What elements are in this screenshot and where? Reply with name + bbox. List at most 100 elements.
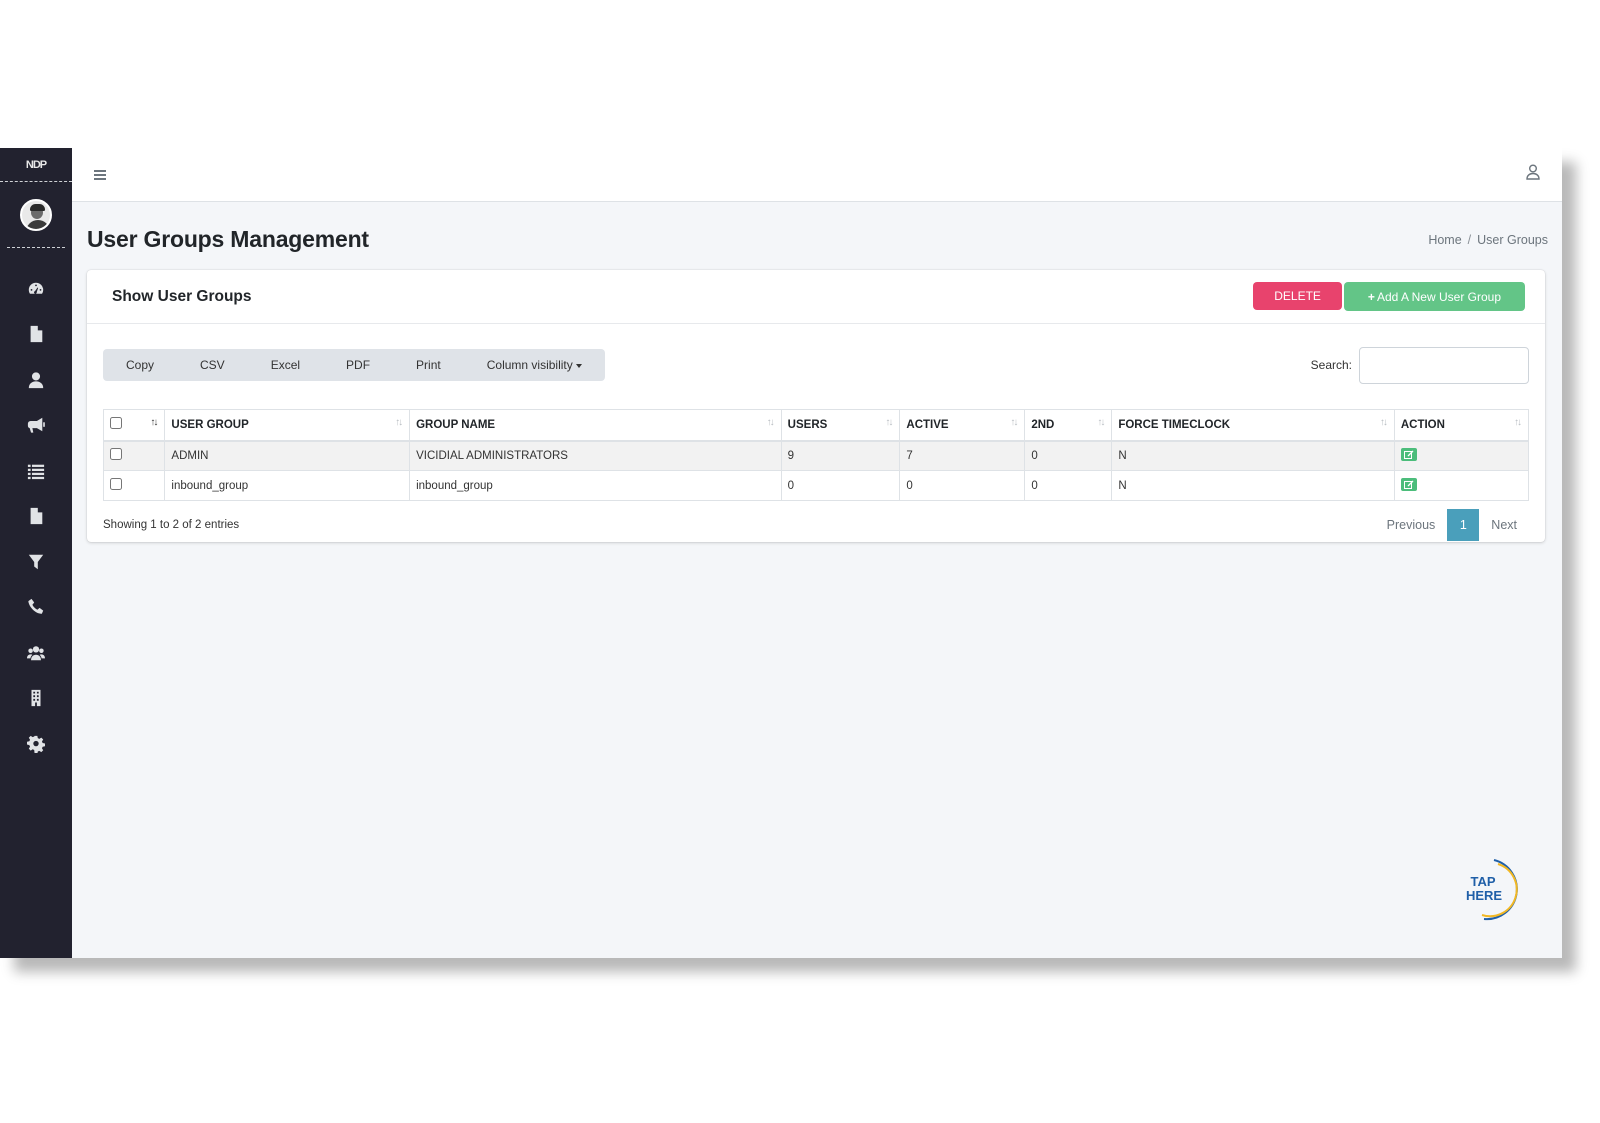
- dashboard-icon: [28, 282, 44, 294]
- cell-2nd: 0: [1024, 440, 1113, 471]
- app-window: NDP User Groups Management Home / User G…: [0, 148, 1562, 958]
- search-label: Search:: [1310, 358, 1352, 372]
- content-header: User Groups Management Home / User Groups: [72, 202, 1562, 262]
- cell-active: 0: [899, 470, 1026, 501]
- card-title: Show User Groups: [112, 287, 252, 305]
- sort-icon[interactable]: ↑↓: [1097, 417, 1105, 428]
- delete-button[interactable]: DELETE: [1253, 282, 1342, 310]
- caret-down-icon: [575, 363, 582, 368]
- cell-user-group: ADMIN: [164, 440, 411, 471]
- column-header-users[interactable]: USERS ↑↓: [781, 409, 901, 442]
- sidebar-item-dashboard[interactable]: [0, 266, 72, 312]
- user-groups-table: ↑↓ USER GROUP ↑↓ GROUP NAME ↑↓ USERS ↑↓ ACT…: [102, 409, 1530, 501]
- users-icon: [27, 646, 45, 660]
- table-toolbar: Copy CSV Excel PDF Print Column visibili…: [87, 324, 1545, 390]
- breadcrumb-home-link[interactable]: Home: [1428, 233, 1461, 247]
- cell-force-timeclock: N: [1111, 470, 1395, 501]
- cell-group-name: inbound_group: [409, 470, 782, 501]
- pagination: Previous 1 Next: [1375, 509, 1529, 541]
- row-checkbox[interactable]: [110, 448, 122, 461]
- user-panel: [7, 182, 65, 248]
- card-header: Show User Groups DELETE + Add A New User …: [87, 270, 1545, 324]
- print-button[interactable]: Print: [393, 349, 464, 381]
- sidebar-item-user-groups[interactable]: [0, 630, 72, 676]
- column-visibility-button[interactable]: Column visibility: [464, 349, 605, 381]
- cell-users: 9: [781, 440, 901, 471]
- sidebar-item-lists[interactable]: [0, 448, 72, 494]
- search-box: Search:: [1310, 346, 1529, 384]
- tap-here-line2: HERE: [1466, 888, 1502, 903]
- csv-button[interactable]: CSV: [177, 349, 248, 381]
- file-icon: [30, 326, 43, 343]
- add-user-group-label: Add A New User Group: [1376, 289, 1501, 304]
- sidebar-item-settings[interactable]: [0, 721, 72, 767]
- tap-here-widget[interactable]: TAP HERE: [1454, 856, 1520, 922]
- sidebar-item-filters[interactable]: [0, 539, 72, 585]
- sidebar-item-user[interactable]: [0, 357, 72, 403]
- edit-icon[interactable]: [1400, 447, 1417, 461]
- sidebar-item-campaigns[interactable]: [0, 403, 72, 449]
- add-user-group-button[interactable]: + Add A New User Group: [1343, 282, 1525, 311]
- cell-force-timeclock: N: [1111, 440, 1395, 471]
- sidebar-item-phones[interactable]: [0, 585, 72, 631]
- cell-group-name: VICIDIAL ADMINISTRATORS: [409, 440, 782, 471]
- sort-asc-icon[interactable]: ↑↓: [150, 417, 158, 428]
- sort-icon[interactable]: ↑↓: [1380, 417, 1388, 428]
- table-footer: Showing 1 to 2 of 2 entries Previous 1 N…: [87, 509, 1545, 541]
- logo[interactable]: NDP: [0, 148, 72, 182]
- table-row: ADMIN VICIDIAL ADMINISTRATORS 9 7 0 N: [102, 440, 1530, 471]
- row-checkbox[interactable]: [110, 478, 122, 490]
- select-all-checkbox[interactable]: [110, 417, 122, 430]
- user-icon: [28, 372, 44, 388]
- sort-icon[interactable]: ↑↓: [767, 417, 775, 428]
- document-icon: [30, 508, 43, 525]
- cell-users: 0: [781, 470, 901, 501]
- column-header-group-name[interactable]: GROUP NAME ↑↓: [409, 409, 782, 442]
- export-buttons: Copy CSV Excel PDF Print Column visibili…: [103, 349, 605, 381]
- column-header-user-group[interactable]: USER GROUP ↑↓: [164, 409, 411, 442]
- excel-button[interactable]: Excel: [248, 349, 323, 381]
- list-icon: [27, 464, 45, 479]
- breadcrumb-current: User Groups: [1477, 232, 1548, 247]
- plus-icon: +: [1367, 289, 1375, 304]
- main-area: User Groups Management Home / User Groups …: [72, 148, 1562, 958]
- previous-page-button[interactable]: Previous: [1375, 509, 1448, 541]
- column-visibility-label: Column visibility: [486, 358, 573, 372]
- edit-icon[interactable]: [1400, 477, 1417, 491]
- sort-icon[interactable]: ↑↓: [1514, 417, 1522, 428]
- sidebar-item-building[interactable]: [0, 676, 72, 722]
- column-header-2nd[interactable]: 2ND ↑↓: [1024, 409, 1113, 442]
- phone-icon: [28, 599, 44, 615]
- breadcrumb-separator: /: [1467, 232, 1472, 247]
- sort-icon[interactable]: ↑↓: [395, 417, 403, 428]
- page-1-button[interactable]: 1: [1447, 509, 1480, 541]
- column-header-force-timeclock[interactable]: FORCE TIMECLOCK ↑↓: [1111, 409, 1395, 442]
- page-title: User Groups Management: [87, 226, 369, 252]
- building-icon: [31, 690, 41, 707]
- pdf-button[interactable]: PDF: [323, 349, 393, 381]
- tap-here-line1: TAP: [1470, 874, 1495, 889]
- cell-2nd: 0: [1024, 470, 1113, 501]
- gear-icon: [27, 735, 45, 753]
- cell-user-group: inbound_group: [164, 470, 411, 501]
- column-header-active[interactable]: ACTIVE ↑↓: [899, 409, 1026, 442]
- user-account-icon[interactable]: [1526, 164, 1540, 185]
- copy-button[interactable]: Copy: [103, 349, 177, 381]
- next-page-button[interactable]: Next: [1479, 509, 1529, 541]
- sidebar-item-file[interactable]: [0, 312, 72, 358]
- sidebar-item-reports[interactable]: [0, 494, 72, 540]
- filter-icon: [28, 554, 44, 569]
- cell-active: 7: [899, 440, 1026, 471]
- avatar[interactable]: [20, 198, 52, 231]
- entries-info: Showing 1 to 2 of 2 entries: [103, 519, 240, 531]
- select-all-header: ↑↓: [102, 409, 166, 442]
- user-groups-card: Show User Groups DELETE + Add A New User …: [87, 270, 1545, 542]
- sort-icon[interactable]: ↑↓: [885, 417, 893, 428]
- sidebar: NDP: [0, 148, 72, 958]
- search-input[interactable]: [1359, 346, 1529, 384]
- column-header-action[interactable]: ACTION ↑↓: [1394, 409, 1530, 442]
- sort-icon[interactable]: ↑↓: [1010, 417, 1018, 428]
- card-actions: DELETE + Add A New User Group: [1253, 282, 1525, 311]
- breadcrumb: Home / User Groups: [1428, 233, 1548, 247]
- menu-toggle-icon[interactable]: [94, 168, 106, 182]
